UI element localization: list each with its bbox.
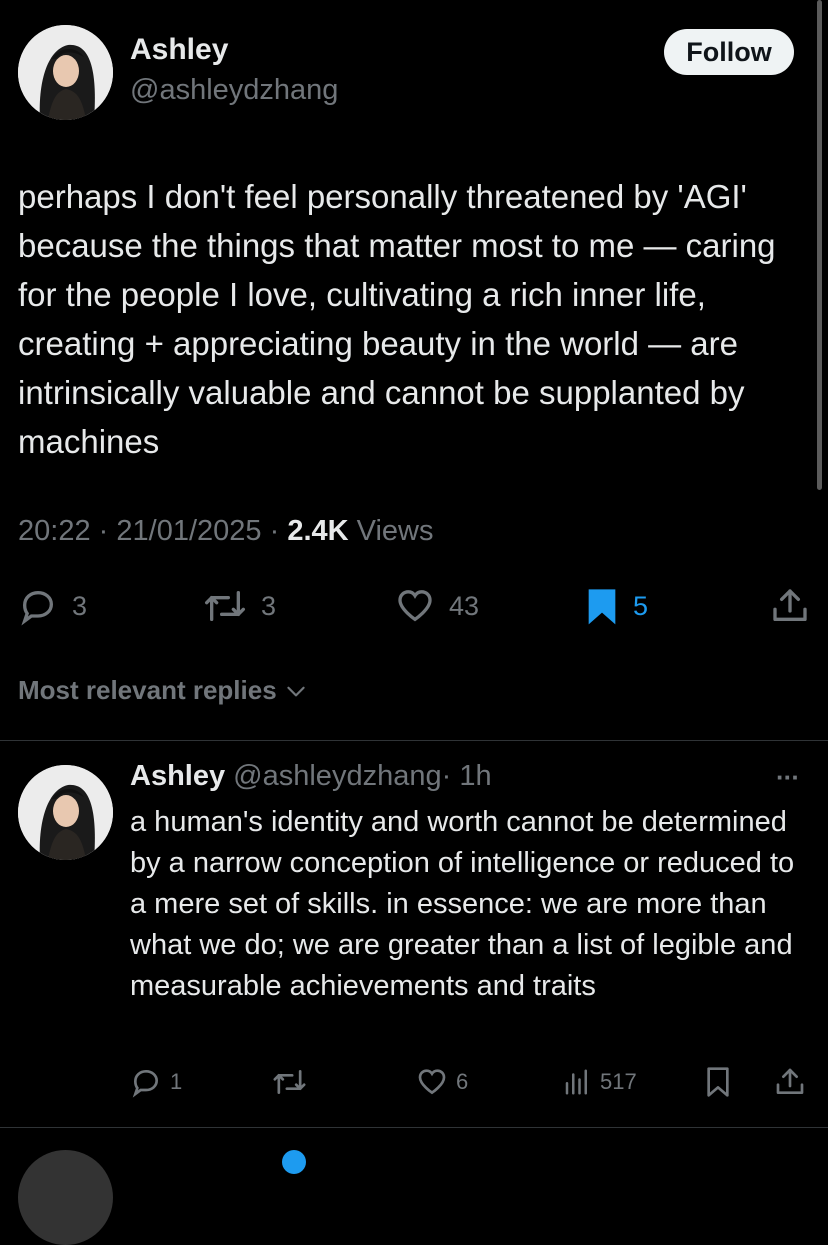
bookmark-count: 5: [633, 590, 649, 621]
repost-icon: [273, 1070, 306, 1094]
reply-action[interactable]: 3: [18, 586, 87, 626]
bookmark-icon: [707, 1067, 729, 1097]
repost-action[interactable]: 3: [203, 586, 276, 626]
reply-count: 3: [72, 590, 88, 621]
scrollbar[interactable]: [817, 0, 822, 490]
views-count: 2.4K: [287, 515, 349, 547]
heart-icon: [398, 590, 432, 622]
follow-button[interactable]: Follow: [664, 29, 794, 75]
share-action[interactable]: [770, 586, 810, 626]
reply-divider: [0, 1127, 828, 1128]
reply-text: a human's identity and worth cannot be d…: [130, 806, 795, 1002]
verified-badge-icon: [282, 1150, 306, 1174]
share-icon: [773, 589, 807, 621]
repost-count: 3: [261, 590, 277, 621]
like-action[interactable]: 43: [395, 586, 479, 626]
next-reply-avatar[interactable]: [18, 1150, 113, 1245]
author-name[interactable]: Ashley: [130, 33, 228, 67]
bookmark-action[interactable]: 5: [585, 586, 648, 626]
reply-age[interactable]: 1h: [459, 760, 491, 792]
reply-header: Ashley @ashleydzhang· 1h: [130, 760, 492, 793]
tweet-date[interactable]: 21/01/2025: [116, 515, 261, 547]
reply-like-action[interactable]: 6: [416, 1066, 468, 1098]
reply-reply-action[interactable]: 1: [130, 1066, 182, 1098]
meta-separator: ·: [98, 515, 109, 547]
section-divider: [0, 740, 828, 741]
like-count: 43: [449, 590, 480, 621]
tweet-meta: 20:22 · 21/01/2025 · 2.4K Views: [18, 515, 434, 548]
reply-like-count: 6: [456, 1069, 469, 1094]
reply-reply-count: 1: [170, 1069, 183, 1094]
tweet-time[interactable]: 20:22: [18, 515, 91, 547]
repost-icon: [205, 591, 245, 621]
bookmark-filled-icon: [588, 589, 616, 625]
reply-author-handle[interactable]: @ashleydzhang: [233, 760, 441, 792]
author-avatar[interactable]: [18, 25, 113, 120]
reply-views-action[interactable]: 517: [562, 1066, 637, 1098]
chevron-down-icon: [286, 686, 305, 696]
heart-icon: [418, 1069, 446, 1095]
views-chart-icon: [565, 1069, 587, 1095]
reply-share-action[interactable]: [774, 1066, 806, 1098]
views-label: Views: [356, 515, 434, 547]
reply-author-avatar[interactable]: [18, 765, 113, 860]
more-options-icon[interactable]: ···: [776, 762, 800, 793]
reply-icon: [132, 1069, 159, 1098]
meta-separator: ·: [269, 515, 280, 547]
tweet-text: perhaps I don't feel personally threaten…: [18, 178, 776, 460]
reply-author-name[interactable]: Ashley: [130, 760, 225, 792]
replies-sort-dropdown[interactable]: Most relevant replies: [18, 675, 309, 706]
replies-sort-label: Most relevant replies: [18, 675, 277, 705]
share-icon: [776, 1068, 804, 1094]
reply-bookmark-action[interactable]: [704, 1066, 732, 1098]
reply-icon: [21, 590, 54, 626]
reply-separator: ·: [441, 760, 452, 792]
author-handle[interactable]: @ashleydzhang: [130, 74, 338, 107]
reply-repost-action[interactable]: [272, 1066, 307, 1098]
reply-views-count: 517: [600, 1069, 637, 1094]
